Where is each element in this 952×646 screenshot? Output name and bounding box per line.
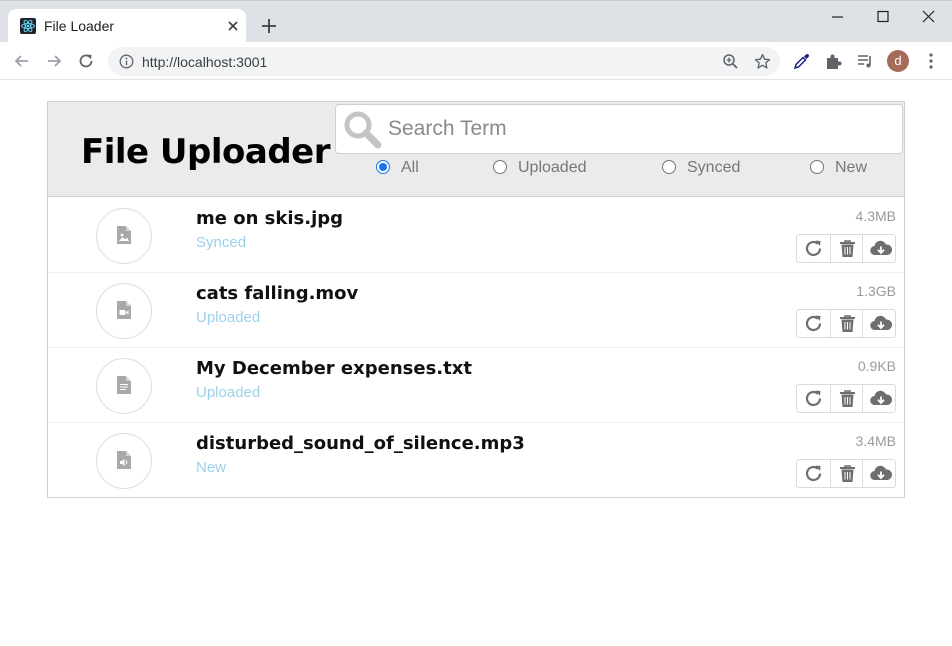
cloud-download-icon bbox=[870, 315, 893, 331]
file-name: cats falling.mov bbox=[196, 283, 359, 304]
file-row: disturbed_sound_of_silence.mp3 New 3.4MB bbox=[48, 423, 904, 498]
trash-icon bbox=[840, 390, 855, 407]
file-size: 3.4MB bbox=[855, 433, 896, 449]
file-status: New bbox=[196, 459, 227, 476]
download-button[interactable] bbox=[862, 310, 895, 337]
retry-button[interactable] bbox=[797, 460, 830, 487]
media-control-icon[interactable] bbox=[856, 52, 875, 71]
trash-icon bbox=[840, 240, 855, 257]
delete-button[interactable] bbox=[830, 310, 863, 337]
download-button[interactable] bbox=[862, 385, 895, 412]
react-logo-icon bbox=[20, 18, 36, 34]
file-name: disturbed_sound_of_silence.mp3 bbox=[196, 433, 525, 454]
file-size: 4.3MB bbox=[855, 208, 896, 224]
cloud-download-icon bbox=[870, 240, 893, 256]
url-text[interactable]: http://localhost:3001 bbox=[142, 54, 267, 70]
file-actions bbox=[796, 384, 896, 413]
file-size: 0.9KB bbox=[857, 358, 896, 374]
file-name: me on skis.jpg bbox=[196, 208, 344, 229]
refresh-icon bbox=[805, 315, 822, 332]
browser-tabstrip: File Loader bbox=[0, 0, 952, 43]
file-uploader-panel: File Uploader All Uploaded Synced New bbox=[47, 101, 905, 498]
retry-button[interactable] bbox=[797, 385, 830, 412]
retry-button[interactable] bbox=[797, 310, 830, 337]
file-row: My December expenses.txt Uploaded 0.9KB bbox=[48, 348, 904, 423]
file-actions bbox=[796, 459, 896, 488]
file-name: My December expenses.txt bbox=[196, 358, 472, 379]
cloud-download-icon bbox=[870, 390, 893, 406]
search-input[interactable] bbox=[388, 114, 888, 144]
download-button[interactable] bbox=[862, 235, 895, 262]
bookmark-star-icon[interactable] bbox=[754, 53, 771, 70]
search-box[interactable] bbox=[335, 104, 903, 154]
maximize-icon[interactable] bbox=[871, 7, 895, 27]
filter-all-radio[interactable] bbox=[376, 160, 390, 174]
image-file-icon bbox=[117, 226, 131, 244]
audio-file-icon bbox=[117, 451, 131, 469]
cloud-download-icon bbox=[870, 465, 893, 481]
filter-uploaded-label: Uploaded bbox=[518, 159, 587, 176]
tab-title: File Loader bbox=[44, 18, 115, 34]
filter-new-radio[interactable] bbox=[810, 160, 824, 174]
refresh-icon bbox=[805, 240, 822, 257]
close-tab-icon[interactable] bbox=[224, 17, 242, 35]
file-status: Uploaded bbox=[196, 384, 261, 401]
extensions-puzzle-icon[interactable] bbox=[824, 52, 843, 71]
file-status: Synced bbox=[196, 234, 247, 251]
file-size: 1.3GB bbox=[856, 283, 896, 299]
refresh-icon bbox=[805, 390, 822, 407]
filter-all-label: All bbox=[401, 159, 419, 176]
filter-synced-radio[interactable] bbox=[662, 160, 676, 174]
file-icon-circle bbox=[96, 433, 152, 489]
file-actions bbox=[796, 309, 896, 338]
address-bar[interactable]: http://localhost:3001 bbox=[108, 47, 780, 76]
delete-button[interactable] bbox=[830, 460, 863, 487]
minimize-icon[interactable] bbox=[826, 7, 850, 27]
file-row: cats falling.mov Uploaded 1.3GB bbox=[48, 273, 904, 348]
video-file-icon bbox=[117, 301, 131, 319]
delete-button[interactable] bbox=[830, 385, 863, 412]
back-arrow-icon[interactable] bbox=[12, 51, 32, 71]
forward-arrow-icon[interactable] bbox=[44, 51, 64, 71]
filter-uploaded-radio[interactable] bbox=[493, 160, 507, 174]
new-tab-icon[interactable] bbox=[260, 17, 278, 35]
file-row: me on skis.jpg Synced 4.3MB bbox=[48, 198, 904, 273]
filter-new-label: New bbox=[835, 159, 868, 176]
search-icon bbox=[343, 110, 383, 150]
file-icon-circle bbox=[96, 283, 152, 339]
download-button[interactable] bbox=[862, 460, 895, 487]
site-info-icon[interactable] bbox=[119, 54, 134, 69]
eyedropper-extension-icon[interactable] bbox=[792, 52, 811, 71]
reload-icon[interactable] bbox=[76, 51, 96, 71]
browser-tab[interactable]: File Loader bbox=[8, 9, 246, 43]
app-header: File Uploader All Uploaded Synced New bbox=[48, 102, 904, 197]
text-file-icon bbox=[117, 376, 131, 394]
refresh-icon bbox=[805, 465, 822, 482]
menu-kebab-icon[interactable] bbox=[924, 52, 938, 70]
trash-icon bbox=[840, 465, 855, 482]
filter-synced-label: Synced bbox=[687, 159, 741, 176]
zoom-icon[interactable] bbox=[722, 53, 739, 70]
file-status: Uploaded bbox=[196, 309, 261, 326]
delete-button[interactable] bbox=[830, 235, 863, 262]
file-icon-circle bbox=[96, 208, 152, 264]
browser-toolbar: http://localhost:3001 d bbox=[0, 42, 952, 80]
file-actions bbox=[796, 234, 896, 263]
close-window-icon[interactable] bbox=[917, 7, 941, 27]
trash-icon bbox=[840, 315, 855, 332]
file-icon-circle bbox=[96, 358, 152, 414]
retry-button[interactable] bbox=[797, 235, 830, 262]
profile-avatar[interactable]: d bbox=[887, 50, 909, 72]
page-title: File Uploader bbox=[81, 132, 331, 172]
